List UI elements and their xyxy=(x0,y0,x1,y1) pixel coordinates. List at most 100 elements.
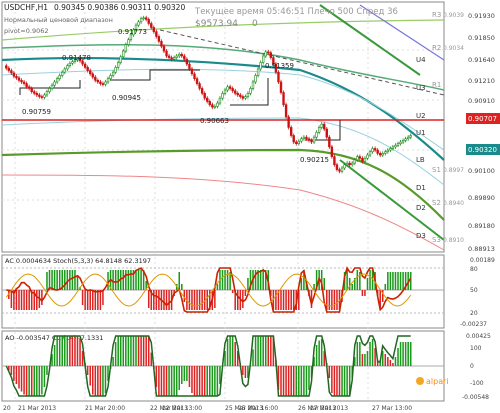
ao-axis-4: -0.00548 xyxy=(462,394,489,401)
candle-body xyxy=(312,136,316,143)
level-s2: S2 xyxy=(432,199,441,207)
level-r3: R3 xyxy=(432,11,441,19)
candle-body xyxy=(198,83,201,89)
candle-body xyxy=(381,153,384,156)
callout-3: 0.90945 xyxy=(112,94,141,102)
time-label-8: 27 Mar 2013 xyxy=(310,405,348,412)
candle-body xyxy=(27,86,31,89)
candle-body xyxy=(409,135,412,138)
level-lb: LB xyxy=(416,156,425,164)
candle-body xyxy=(251,81,255,89)
candle-body xyxy=(101,83,105,85)
candle-body xyxy=(147,19,150,24)
candle-body xyxy=(15,75,18,79)
candle-body xyxy=(333,156,336,166)
candle-body xyxy=(300,138,303,142)
candle-body xyxy=(86,67,89,71)
candle-body xyxy=(99,81,102,84)
candle-body xyxy=(328,136,331,148)
candle-body xyxy=(106,78,110,83)
candle-body xyxy=(10,70,13,74)
candle-body xyxy=(264,51,267,57)
candle-body xyxy=(137,21,140,26)
candle-body xyxy=(401,140,405,143)
candle-body xyxy=(61,71,64,76)
current-time: Текущее время 05:46:51 Плечо 500 Спред 3… xyxy=(194,7,398,17)
candle-body xyxy=(20,80,23,83)
candle-body xyxy=(165,50,168,57)
candle-body xyxy=(394,144,397,148)
candle-body xyxy=(200,88,204,94)
candle-body xyxy=(43,94,46,98)
time-label-0: 20 xyxy=(3,405,11,412)
candle-body xyxy=(406,136,410,140)
candle-body xyxy=(45,91,49,96)
level-s3: S3 xyxy=(432,236,441,244)
candle-body xyxy=(366,154,369,159)
candle-body xyxy=(226,86,229,91)
candle-body xyxy=(404,138,407,141)
candle-body xyxy=(216,102,219,107)
candle-body xyxy=(180,54,183,57)
callout-2: 0.91359 xyxy=(265,62,294,70)
alpari-logo: alpari xyxy=(416,377,449,386)
candle-body xyxy=(63,68,66,73)
level-price-2: 0.8997 xyxy=(443,167,464,174)
candle-body xyxy=(249,88,252,94)
candle-body xyxy=(297,140,300,144)
candle-body xyxy=(335,164,339,170)
candle-body xyxy=(239,94,242,97)
candle-body xyxy=(40,96,44,98)
symbol-timeframe: USDCHF,H1 xyxy=(4,3,48,12)
candle-body xyxy=(139,18,143,23)
axis-label-7: 0.90100 xyxy=(468,167,495,175)
candle-body xyxy=(389,148,392,151)
candle-body xyxy=(320,123,323,128)
candle-body xyxy=(183,55,186,60)
candle-body xyxy=(167,55,171,58)
candle-body xyxy=(127,39,130,45)
current-price-label: 0.90320 xyxy=(468,146,497,154)
candle-body xyxy=(122,50,125,58)
candle-body xyxy=(157,36,161,42)
level-u3: U3 xyxy=(416,84,426,92)
candle-body xyxy=(7,67,11,71)
candle-body xyxy=(162,45,166,52)
candle-body xyxy=(399,141,402,144)
candle-body xyxy=(302,136,306,140)
candle-body xyxy=(384,151,387,154)
candle-body xyxy=(124,44,128,52)
candle-body xyxy=(48,88,51,92)
candle-body xyxy=(305,136,308,140)
candle-body xyxy=(340,167,344,172)
ac-axis-4: -0.00237 xyxy=(460,321,487,328)
level-r1: R1 xyxy=(432,81,441,89)
candle-body xyxy=(111,71,115,76)
red-price-label: 0.90707 xyxy=(468,115,497,123)
candle-body xyxy=(368,151,372,156)
alpari-brand: alpari xyxy=(426,377,449,386)
candle-body xyxy=(231,88,234,92)
candle-body xyxy=(208,101,211,105)
candle-body xyxy=(246,93,250,97)
candle-body xyxy=(254,75,257,83)
candle-body xyxy=(66,65,69,70)
chart-window: 0.91773 0.91478 0.91359 0.90945 0.90759 … xyxy=(0,0,500,413)
callout-5: 0.90663 xyxy=(200,117,229,125)
candle-body xyxy=(307,138,311,141)
level-u4: U4 xyxy=(416,56,426,64)
candle-body xyxy=(351,162,354,166)
candle-body xyxy=(373,148,377,151)
candle-body xyxy=(361,157,364,162)
candle-body xyxy=(114,67,117,73)
ohlc-values: 0.90345 0.90386 0.90311 0.90320 xyxy=(54,3,185,12)
candle-body xyxy=(50,84,54,89)
level-price-3: 0.8940 xyxy=(443,200,464,207)
axis-label-0: 0.91930 xyxy=(468,12,495,20)
candle-body xyxy=(228,86,232,89)
candle-body xyxy=(188,63,191,70)
candle-body xyxy=(193,73,196,79)
candle-body xyxy=(35,93,38,96)
candle-body xyxy=(195,78,199,84)
level-s1: S1 xyxy=(432,166,441,174)
